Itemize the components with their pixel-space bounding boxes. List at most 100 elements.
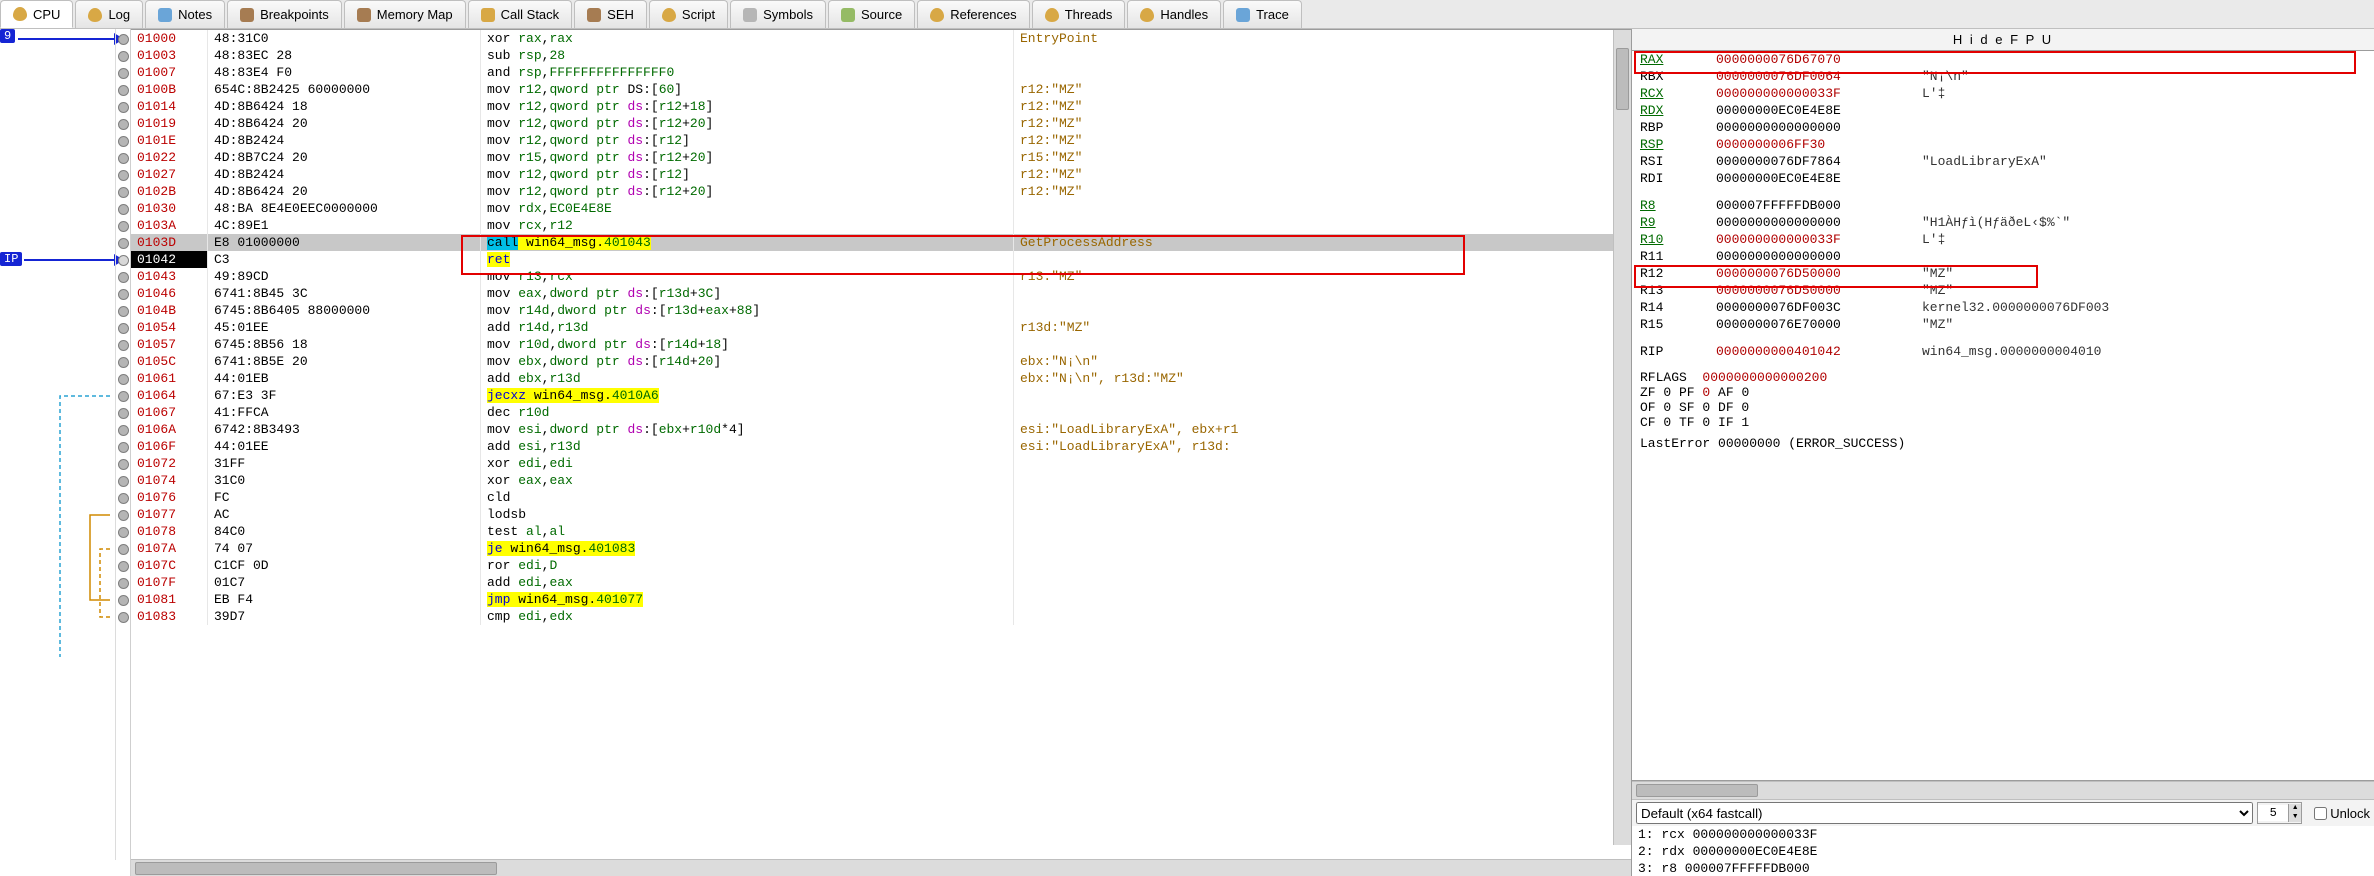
reg-row[interactable]: R150000000076E70000"MZ": [1632, 316, 2374, 333]
reg-row[interactable]: RCX000000000000033FL'‡: [1632, 85, 2374, 102]
bp-marker[interactable]: [118, 323, 129, 334]
bp-marker[interactable]: [118, 544, 129, 555]
spin-down[interactable]: ▼: [2288, 813, 2301, 822]
reg-row[interactable]: R120000000076D50000"MZ": [1632, 265, 2374, 282]
unlock-checkbox[interactable]: Unlock: [2310, 804, 2370, 823]
tab-cpu[interactable]: CPU: [0, 0, 73, 28]
bp-marker[interactable]: [118, 204, 129, 215]
bp-marker[interactable]: [118, 272, 129, 283]
reg-row[interactable]: RIP0000000000401042win64_msg.00000000040…: [1632, 343, 2374, 360]
bp-marker[interactable]: [118, 170, 129, 181]
bp-marker[interactable]: [118, 612, 129, 623]
bp-marker[interactable]: [118, 306, 129, 317]
disasm-row[interactable]: 01081EB F4jmp win64_msg.401077: [131, 591, 1631, 608]
register-list[interactable]: RAX0000000076D67070RBX0000000076DF0064"N…: [1632, 51, 2374, 781]
tab-trace[interactable]: Trace: [1223, 0, 1302, 28]
bp-marker[interactable]: [118, 119, 129, 130]
bp-marker[interactable]: [118, 289, 129, 300]
reg-value[interactable]: 0000000076DF7864: [1708, 153, 1914, 170]
disasm-row[interactable]: 0102B4D:8B6424 20mov r12,qword ptr ds:[r…: [131, 183, 1631, 200]
disasm-row[interactable]: 0107231FFxor edi,edi: [131, 455, 1631, 472]
reg-value[interactable]: 0000000076D50000: [1708, 282, 1914, 299]
disasm-row[interactable]: 0107431C0xor eax,eax: [131, 472, 1631, 489]
reg-row[interactable]: R140000000076DF003Ckernel32.0000000076DF…: [1632, 299, 2374, 316]
disasm-row[interactable]: 010194D:8B6424 20mov r12,qword ptr ds:[r…: [131, 115, 1631, 132]
reg-row[interactable]: R8000007FFFFFDB000: [1632, 197, 2374, 214]
disassembly-list[interactable]: 0100048:31C0xor rax,raxEntryPoint0100348…: [131, 29, 1631, 859]
reg-value[interactable]: 000000000000033F: [1708, 85, 1914, 102]
disasm-row[interactable]: 0103DE8 01000000call win64_msg.401043Get…: [131, 234, 1631, 251]
disasm-row[interactable]: 0106F44:01EEadd esi,r13desi:"LoadLibrary…: [131, 438, 1631, 455]
tab-threads[interactable]: Threads: [1032, 0, 1126, 28]
disasm-row[interactable]: 0108339D7cmp edi,edx: [131, 608, 1631, 625]
reg-row[interactable]: R130000000076D50000"MZ": [1632, 282, 2374, 299]
reg-row[interactable]: [1632, 187, 2374, 197]
reg-value[interactable]: 0000000000000000: [1708, 119, 1914, 136]
disasm-row[interactable]: 0103048:BA 8E4E0EEC0000000mov rdx,EC0E4E…: [131, 200, 1631, 217]
tab-memory-map[interactable]: Memory Map: [344, 0, 466, 28]
tab-seh[interactable]: SEH: [574, 0, 647, 28]
disasm-row[interactable]: 010144D:8B6424 18mov r12,qword ptr ds:[r…: [131, 98, 1631, 115]
bp-marker[interactable]: [118, 459, 129, 470]
disassembly-table[interactable]: 0100048:31C0xor rax,raxEntryPoint0100348…: [131, 30, 1631, 625]
bp-marker[interactable]: [118, 153, 129, 164]
reg-value[interactable]: 000007FFFFFDB000: [1708, 197, 1914, 214]
reg-row[interactable]: R110000000000000000: [1632, 248, 2374, 265]
hide-fpu-button[interactable]: H i d e F P U: [1632, 29, 2374, 51]
disasm-row[interactable]: 0106A6742:8B3493mov esi,dword ptr ds:[eb…: [131, 421, 1631, 438]
disasm-row[interactable]: 0100348:83EC 28sub rsp,28: [131, 47, 1631, 64]
reg-row[interactable]: [1632, 333, 2374, 343]
disasm-row[interactable]: 0105C6741:8B5E 20mov ebx,dword ptr ds:[r…: [131, 353, 1631, 370]
bp-marker[interactable]: [118, 493, 129, 504]
reg-row[interactable]: RDI00000000EC0E4E8E: [1632, 170, 2374, 187]
reg-value[interactable]: 00000000EC0E4E8E: [1708, 102, 1914, 119]
tab-symbols[interactable]: Symbols: [730, 0, 826, 28]
disasm-row[interactable]: 0100B654C:8B2425 60000000mov r12,qword p…: [131, 81, 1631, 98]
reg-value[interactable]: 00000000EC0E4E8E: [1708, 170, 1914, 187]
disasm-row[interactable]: 01077AClodsb: [131, 506, 1631, 523]
disasm-row[interactable]: 0106741:FFCAdec r10d: [131, 404, 1631, 421]
reg-row[interactable]: RAX0000000076D67070: [1632, 51, 2374, 68]
reg-row[interactable]: RSP0000000006FF30: [1632, 136, 2374, 153]
arg-count-spinner[interactable]: ▲ ▼: [2257, 802, 2302, 824]
disasm-vscroll[interactable]: [1613, 30, 1631, 845]
disasm-row[interactable]: 0100048:31C0xor rax,raxEntryPoint: [131, 30, 1631, 47]
reg-value[interactable]: 0000000076E70000: [1708, 316, 1914, 333]
spin-up[interactable]: ▲: [2288, 804, 2301, 813]
reg-hscroll[interactable]: [1632, 781, 2374, 799]
bp-marker[interactable]: [118, 51, 129, 62]
disasm-row[interactable]: 0106144:01EBadd ebx,r13debx:"N¡\n", r13d…: [131, 370, 1631, 387]
reg-value[interactable]: 0000000000000000: [1708, 214, 1914, 231]
reg-value[interactable]: 0000000076D67070: [1708, 51, 1914, 68]
bp-marker[interactable]: [118, 374, 129, 385]
bp-marker[interactable]: [118, 527, 129, 538]
disasm-row[interactable]: 0106467:E3 3Fjecxz win64_msg.4010A6: [131, 387, 1631, 404]
reg-value[interactable]: 0000000076D50000: [1708, 265, 1914, 282]
bp-marker[interactable]: [118, 187, 129, 198]
disasm-row[interactable]: 0100748:83E4 F0and rsp,FFFFFFFFFFFFFFF0: [131, 64, 1631, 81]
disasm-row[interactable]: 010274D:8B2424mov r12,qword ptr ds:[r12]…: [131, 166, 1631, 183]
tab-notes[interactable]: Notes: [145, 0, 225, 28]
bp-marker[interactable]: [118, 442, 129, 453]
bp-marker[interactable]: [118, 425, 129, 436]
bp-marker[interactable]: [118, 255, 129, 266]
calling-conv-select[interactable]: Default (x64 fastcall): [1636, 802, 2253, 824]
bp-marker[interactable]: [118, 408, 129, 419]
reg-row[interactable]: RBP0000000000000000: [1632, 119, 2374, 136]
reg-row[interactable]: RDX00000000EC0E4E8E: [1632, 102, 2374, 119]
bp-marker[interactable]: [118, 34, 129, 45]
disasm-row[interactable]: 010576745:8B56 18mov r10d,dword ptr ds:[…: [131, 336, 1631, 353]
bp-marker[interactable]: [118, 561, 129, 572]
tab-call-stack[interactable]: Call Stack: [468, 0, 573, 28]
bp-marker[interactable]: [118, 595, 129, 606]
disasm-row[interactable]: 0104B6745:8B6405 88000000mov r14d,dword …: [131, 302, 1631, 319]
reg-row[interactable]: RBX0000000076DF0064"N¡\n": [1632, 68, 2374, 85]
disasm-row[interactable]: 0105445:01EEadd r14d,r13dr13d:"MZ": [131, 319, 1631, 336]
tab-script[interactable]: Script: [649, 0, 728, 28]
bp-marker[interactable]: [118, 68, 129, 79]
bp-marker[interactable]: [118, 578, 129, 589]
disasm-row[interactable]: 010224D:8B7C24 20mov r15,qword ptr ds:[r…: [131, 149, 1631, 166]
tab-source[interactable]: Source: [828, 0, 915, 28]
tab-references[interactable]: References: [917, 0, 1029, 28]
bp-marker[interactable]: [118, 85, 129, 96]
